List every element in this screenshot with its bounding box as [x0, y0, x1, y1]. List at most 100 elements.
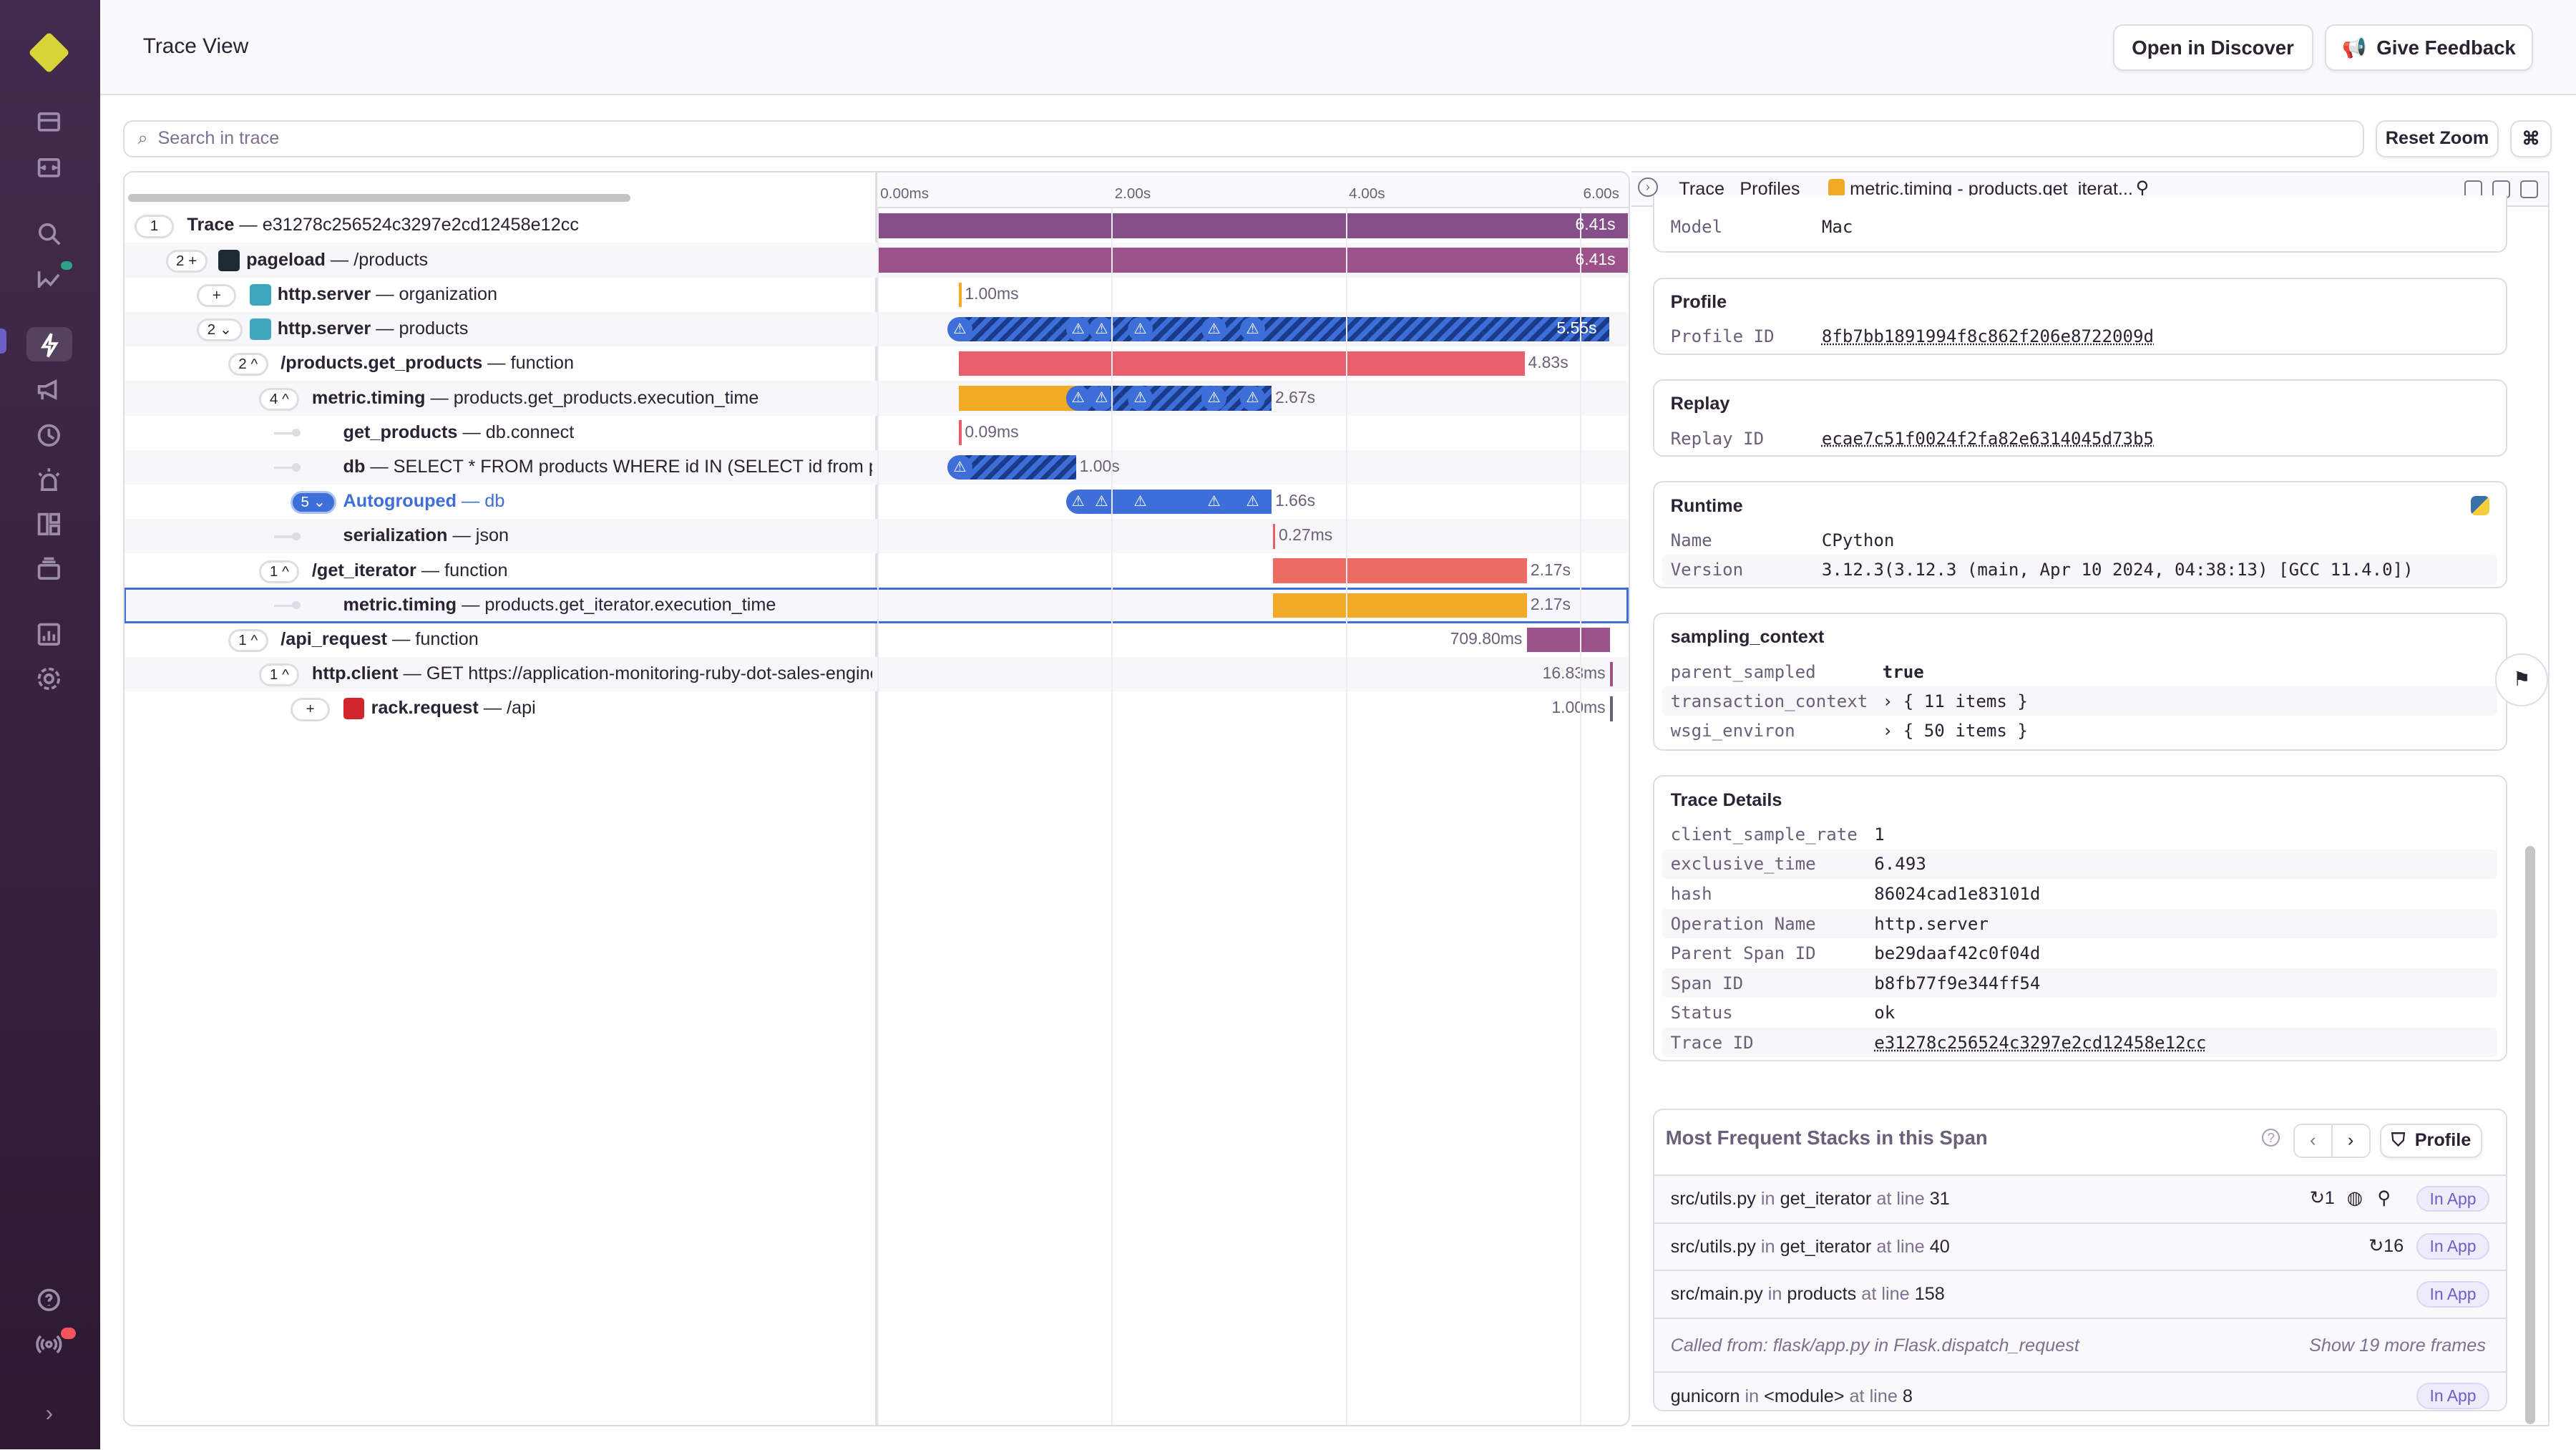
expand-toggle[interactable]: 2 ^	[228, 353, 268, 376]
help-icon[interactable]: ?	[2262, 1128, 2280, 1147]
span-row[interactable]: 2 ⌄ http.server — products ⚠ ⚠ ⚠ ⚠ ⚠ ⚠ 5.55s	[125, 311, 1628, 347]
projects-icon[interactable]	[33, 155, 66, 184]
span-row[interactable]: 1 ^ http.client — GET https://application…	[125, 657, 1628, 692]
warning-icon[interactable]: ⚠	[1240, 386, 1265, 411]
warning-icon[interactable]: ⚠	[1201, 316, 1226, 342]
feedback-icon[interactable]	[33, 376, 66, 406]
layout-right-icon[interactable]	[2519, 180, 2539, 199]
warning-icon[interactable]: ⚠	[1201, 489, 1226, 515]
warning-icon[interactable]: ⚠	[1065, 489, 1091, 515]
wsgi-environ-toggle[interactable]: › { 50 items }	[1883, 721, 2028, 741]
alerts-icon[interactable]	[33, 467, 66, 496]
warning-icon[interactable]: ⚠	[1065, 386, 1091, 411]
expand-toggle[interactable]: 5 ⌄	[291, 491, 336, 515]
span-bar[interactable]	[1273, 593, 1528, 618]
stack-frame-row[interactable]: src/utils.py in get_iterator at line 40 I…	[1654, 1222, 2506, 1270]
warning-icon[interactable]: ⚠	[1089, 386, 1114, 411]
span-bar[interactable]	[959, 316, 1609, 342]
span-bar[interactable]	[959, 282, 962, 308]
next-stack-button[interactable]: ›	[2331, 1123, 2371, 1158]
span-row[interactable]: serialization — json 0.27ms	[125, 519, 1628, 554]
previous-stack-button[interactable]: ‹	[2293, 1123, 2333, 1158]
tree-connector	[274, 604, 294, 608]
profile-button[interactable]: ⛉ Profile	[2380, 1123, 2482, 1158]
settings-icon[interactable]	[33, 666, 66, 695]
replay-id-link[interactable]: ecae7c51f0024f2fa82e6314045d73b5	[1822, 429, 2154, 449]
stack-frame-row[interactable]: src/main.py in products at line 158 In Ap…	[1654, 1270, 2506, 1318]
expand-toggle[interactable]: 2 ⌄	[197, 318, 243, 342]
open-in-discover-button[interactable]: Open in Discover	[2112, 24, 2313, 71]
span-row[interactable]: 1 ^ /api_request — function 709.80ms	[125, 623, 1628, 657]
give-feedback-button[interactable]: 📢 Give Feedback	[2324, 24, 2534, 71]
expand-toggle[interactable]: 2 +	[165, 249, 208, 273]
github-icon[interactable]: ◍	[2347, 1187, 2363, 1209]
span-bar[interactable]	[959, 454, 1076, 480]
expand-toggle[interactable]: +	[197, 283, 237, 308]
shortcut-button[interactable]: ⌘	[2510, 120, 2552, 158]
expand-toggle[interactable]: +	[291, 698, 331, 721]
warning-icon[interactable]: ⚠	[947, 316, 972, 342]
span-row[interactable]: 2 + pageload — /products 6.41s	[125, 243, 1628, 278]
help-icon[interactable]	[33, 1287, 66, 1316]
search-icon[interactable]	[33, 220, 66, 250]
span-row[interactable]: get_products — db.connect 0.09ms	[125, 416, 1628, 450]
expand-toggle[interactable]: 1 ^	[228, 629, 268, 653]
warning-icon[interactable]: ⚠	[1201, 386, 1226, 411]
megaphone-icon: 📢	[2342, 37, 2367, 59]
performance-icon[interactable]	[26, 326, 73, 362]
profile-id-link[interactable]: 8fb7bb1891994f8c862f206e8722009d	[1822, 326, 2154, 346]
horizontal-scrollbar[interactable]	[127, 193, 631, 203]
broadcasts-icon[interactable]	[33, 1328, 76, 1361]
span-row[interactable]: db — SELECT * FROM products WHERE id IN …	[125, 449, 1628, 485]
releases-icon[interactable]	[33, 555, 66, 585]
sentry-logo[interactable]	[28, 31, 71, 74]
search-input[interactable]: ⌕ Search in trace	[123, 120, 2364, 158]
warning-icon[interactable]: ⚠	[1128, 316, 1153, 342]
reset-zoom-button[interactable]: Reset Zoom	[2375, 120, 2499, 158]
collapse-panel-icon[interactable]: ›	[1638, 177, 1658, 198]
span-bar[interactable]	[877, 213, 1628, 238]
span-bar[interactable]	[959, 420, 962, 445]
insights-icon[interactable]	[33, 261, 72, 294]
warning-icon[interactable]: ⚠	[1089, 316, 1114, 342]
span-bar[interactable]	[1610, 696, 1613, 721]
span-bar[interactable]	[1610, 661, 1613, 687]
warning-icon[interactable]: ⚠	[1128, 489, 1153, 515]
warning-icon[interactable]: ⚠	[947, 454, 972, 480]
span-bar[interactable]	[959, 351, 1525, 376]
stack-frame-row[interactable]: src/utils.py in get_iterator at line 31 I…	[1654, 1174, 2506, 1222]
issues-icon[interactable]	[33, 109, 66, 138]
span-bar[interactable]	[1273, 558, 1528, 583]
warning-icon[interactable]: ⚠	[1089, 489, 1114, 515]
warning-icon[interactable]: ⚠	[1128, 386, 1153, 411]
expand-toggle[interactable]: 1 ^	[259, 663, 300, 687]
trace-id-link[interactable]: e31278c256524c3297e2cd12458e12cc	[1874, 1033, 2206, 1053]
dashboards-icon[interactable]	[33, 511, 66, 540]
open-in-editor-icon[interactable]: ⚲	[2377, 1187, 2391, 1209]
vertical-scrollbar[interactable]	[2524, 846, 2535, 1425]
span-row[interactable]: 1 ^ /get_iterator — function 2.17s	[125, 553, 1628, 588]
feedback-float-button[interactable]: ⚑	[2495, 653, 2548, 706]
transaction-context-toggle[interactable]: › { 11 items }	[1883, 691, 2028, 711]
stats-icon[interactable]	[33, 621, 66, 651]
warning-icon[interactable]: ⚠	[1240, 316, 1265, 342]
span-row[interactable]: + rack.request — /api 1.00ms	[125, 691, 1628, 726]
expand-toggle[interactable]: 1 ^	[259, 560, 300, 583]
selected-span-row[interactable]: metric.timing — products.get_iterator.ex…	[125, 587, 1629, 623]
expand-toggle[interactable]: 4 ^	[259, 387, 300, 411]
span-row[interactable]: 1 Trace — e31278c256524c3297e2cd12458e12c…	[125, 208, 1628, 243]
expand-toggle[interactable]: 1	[134, 215, 175, 238]
show-more-frames-link[interactable]: Show 19 more frames	[2309, 1335, 2486, 1356]
span-bar[interactable]	[1527, 627, 1611, 653]
stack-frame-row[interactable]: gunicorn in <module> at line 8 In App	[1654, 1371, 2506, 1410]
crons-icon[interactable]	[33, 422, 66, 452]
span-row[interactable]: 4 ^ metric.timing — products.get_products…	[125, 381, 1628, 416]
span-row[interactable]: 5 ⌄ Autogrouped — db ⚠ ⚠ ⚠ ⚠ ⚠ 1.66s	[125, 485, 1628, 519]
warning-icon[interactable]: ⚠	[1240, 489, 1265, 515]
span-row[interactable]: 2 ^ /products.get_products — function 4.83…	[125, 346, 1628, 381]
span-row[interactable]: + http.server — organization 1.00ms	[125, 278, 1628, 312]
collapse-sidebar-icon[interactable]: ›	[33, 1398, 66, 1428]
warning-icon[interactable]: ⚠	[1065, 316, 1091, 342]
span-bar[interactable]	[1273, 524, 1276, 549]
span-bar[interactable]	[877, 248, 1628, 273]
